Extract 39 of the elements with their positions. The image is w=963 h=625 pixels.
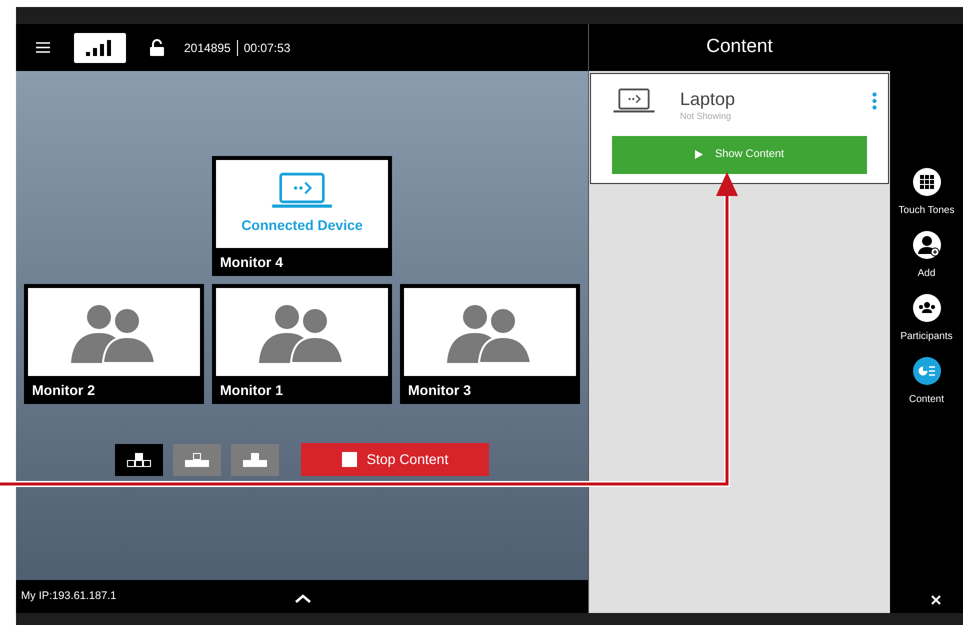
arrowhead-icon (716, 172, 738, 196)
content-icon (912, 356, 942, 386)
lock-icon (150, 39, 164, 56)
add-person-icon (912, 230, 942, 260)
stop-content-button[interactable]: Stop Content (301, 443, 489, 476)
menu-icon[interactable] (36, 42, 50, 53)
layout-button[interactable] (115, 444, 163, 476)
chevron-up-icon[interactable] (295, 594, 311, 603)
panel-title: Content (706, 35, 773, 60)
meeting-id: 2014895 (184, 40, 231, 56)
monitor-tile[interactable]: Monitor 3 (400, 284, 580, 404)
device-name: Laptop (680, 88, 736, 110)
ip-address: My IP:193.61.187.1 (20, 589, 116, 604)
device-caption: Connected Device (241, 216, 363, 235)
monitor-tile[interactable]: Connected Device Monitor 4 (212, 156, 392, 276)
close-icon[interactable] (931, 595, 941, 605)
monitor-tile[interactable]: Monitor 2 (24, 284, 204, 404)
more-icon[interactable] (872, 92, 877, 110)
rail-item[interactable]: Content (890, 356, 963, 407)
layout-icon (243, 452, 267, 466)
monitor-label: Monitor 2 (31, 381, 96, 400)
monitor-label: Monitor 4 (219, 253, 284, 272)
group-icon (912, 293, 942, 323)
stop-icon (342, 452, 357, 467)
laptop-icon (612, 88, 656, 114)
call-duration: 00:07:53 (244, 40, 290, 56)
monitor-label: Monitor 1 (219, 381, 284, 400)
signal-icon (86, 40, 114, 56)
play-icon (694, 150, 703, 159)
rail-item[interactable]: Participants (890, 293, 963, 344)
rail-item[interactable]: Add (890, 230, 963, 281)
keypad-icon (912, 167, 942, 197)
layout-icon (185, 452, 209, 466)
layout-icon (127, 452, 151, 466)
rail-item[interactable]: Touch Tones (890, 167, 963, 218)
signal-badge[interactable] (74, 32, 126, 62)
device-status: Not Showing (680, 110, 732, 123)
monitor-label: Monitor 3 (407, 381, 472, 400)
monitor-tile[interactable]: Monitor 1 (212, 284, 392, 404)
